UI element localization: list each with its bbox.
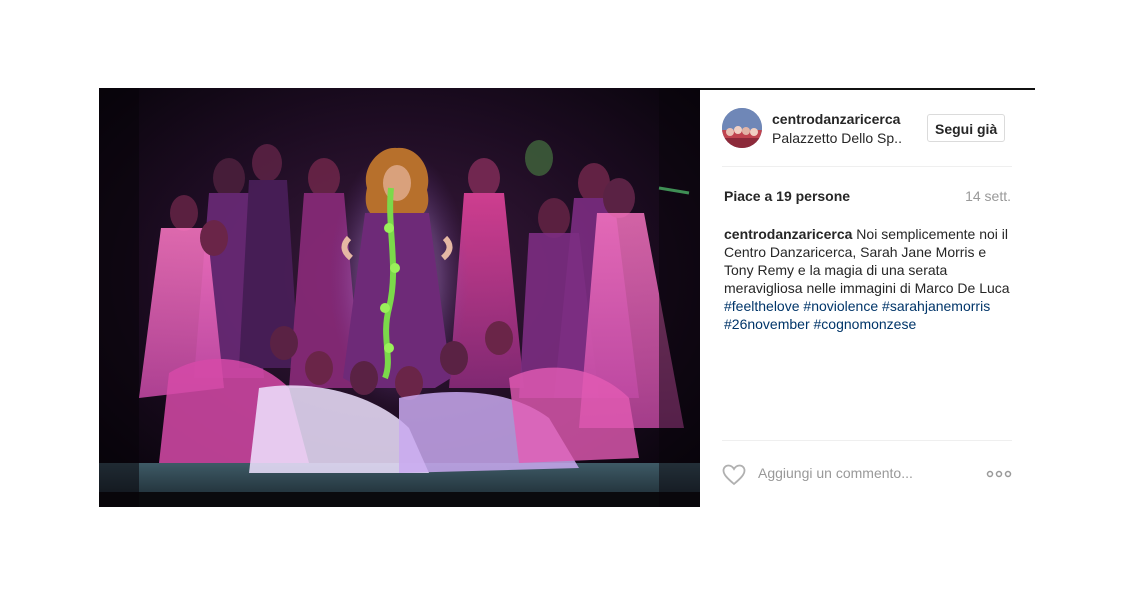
follow-button[interactable]: Segui già [927, 114, 1006, 142]
likes-count[interactable]: Piace a 19 persone [724, 188, 850, 204]
hashtag-noviolence[interactable]: #noviolence [803, 298, 878, 314]
avatar-image [722, 108, 762, 148]
hashtag-cognomonzese[interactable]: #cognomonzese [814, 316, 917, 332]
instagram-post-view: centrodanzaricerca Palazzetto Dello Sp..… [0, 0, 1135, 595]
hashtag-feelthelove[interactable]: #feelthelove [724, 298, 800, 314]
caption: centrodanzaricerca Noi semplicemente noi… [724, 225, 1014, 333]
location-link[interactable]: Palazzetto Dello Sp.. [772, 130, 902, 146]
heart-icon[interactable] [722, 464, 748, 486]
post-details-panel: centrodanzaricerca Palazzetto Dello Sp..… [700, 90, 1035, 507]
header-divider [722, 166, 1012, 167]
username-link[interactable]: centrodanzaricerca [772, 111, 900, 127]
stage-performance-photo [99, 88, 700, 507]
caption-username[interactable]: centrodanzaricerca [724, 226, 852, 242]
hashtag-sarahjanemorris[interactable]: #sarahjanemorris [882, 298, 990, 314]
comment-bar [722, 460, 1012, 488]
more-options-icon[interactable] [986, 464, 1012, 484]
hashtag-26november[interactable]: #26november [724, 316, 810, 332]
post-date[interactable]: 14 sett. [965, 188, 1011, 204]
comment-divider [722, 440, 1012, 441]
avatar[interactable] [722, 108, 762, 148]
post-header: centrodanzaricerca Palazzetto Dello Sp..… [722, 108, 1012, 152]
comment-input[interactable] [758, 462, 978, 484]
post-photo[interactable] [99, 88, 700, 507]
